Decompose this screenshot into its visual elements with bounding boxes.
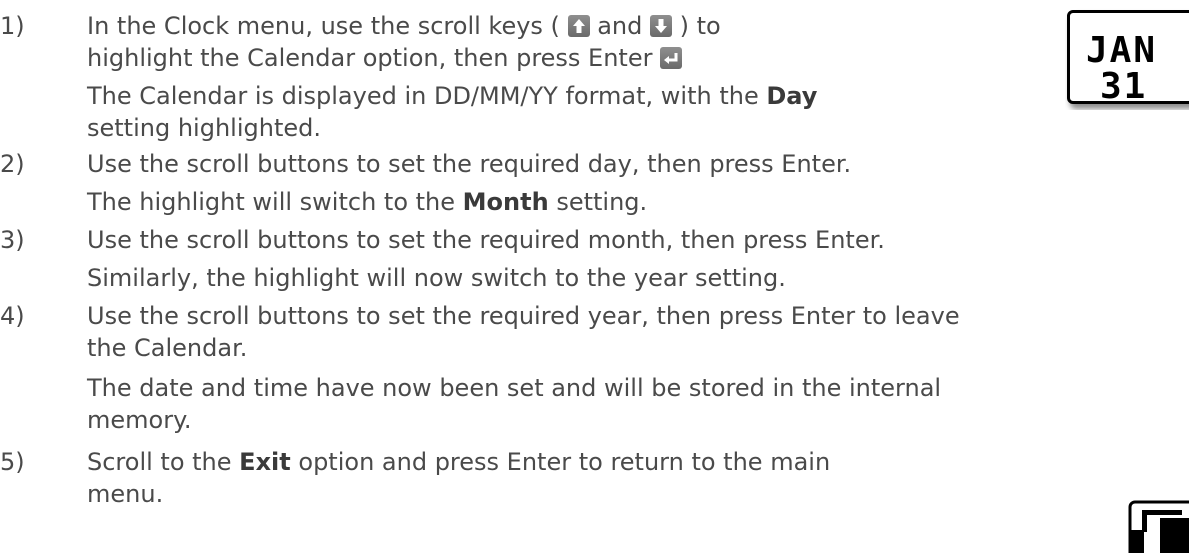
enter-key-icon	[660, 47, 683, 69]
step-text-line: Use the scroll buttons to set the requir…	[87, 300, 960, 332]
calendar-day: 31	[1100, 66, 1148, 107]
step-number: 4)	[0, 302, 25, 330]
step-text: Use the scroll buttons to set the requir…	[87, 150, 852, 178]
step-number: 2)	[0, 150, 25, 178]
step-text: menu.	[87, 480, 164, 508]
step-text-line: In the Clock menu, use the scroll keys (…	[87, 10, 721, 42]
step-text-line: memory.	[87, 404, 191, 436]
step-text-bold: Day	[766, 82, 818, 110]
scroll-down-key-icon	[650, 15, 672, 37]
step-text: The date and time have now been set and …	[87, 374, 942, 402]
step-text: Similarly, the highlight will now switch…	[87, 264, 786, 292]
step-text: and	[597, 12, 643, 40]
step-number: 1)	[0, 12, 25, 40]
step-text: The highlight will switch to the	[87, 188, 456, 216]
step-text: the Calendar.	[87, 334, 248, 362]
step-text-line: The Calendar is displayed in DD/MM/YY fo…	[87, 80, 817, 112]
step-text: In the Clock menu, use the scroll keys (	[87, 12, 560, 40]
step-text-line: The date and time have now been set and …	[87, 372, 941, 404]
step-text-line: The highlight will switch to the Month s…	[87, 186, 647, 218]
step-text-line: Scroll to the Exit option and press Ente…	[87, 446, 830, 478]
step-text-line: setting highlighted.	[87, 112, 321, 144]
step-text: setting.	[556, 188, 648, 216]
step-text-line: Use the scroll buttons to set the requir…	[87, 224, 885, 256]
step-text-bold: Exit	[239, 448, 291, 476]
exit-screen-graphic	[1128, 500, 1189, 553]
step-number: 3)	[0, 226, 25, 254]
step-text: The Calendar is displayed in DD/MM/YY fo…	[87, 82, 759, 110]
step-text: Use the scroll buttons to set the requir…	[87, 226, 885, 254]
step-text: ) to	[679, 12, 721, 40]
step-text: highlight the Calendar option, then pres…	[87, 44, 653, 72]
step-text: Use the scroll buttons to set the requir…	[87, 302, 960, 330]
step-text: memory.	[87, 406, 192, 434]
step-text: setting highlighted.	[87, 114, 321, 142]
exit-screen-image	[1128, 500, 1189, 553]
step-text-line: highlight the Calendar option, then pres…	[87, 42, 683, 74]
calendar-screen-image: JAN 31	[1065, 8, 1189, 110]
step-text-line: menu.	[87, 478, 163, 510]
calendar-month: JAN	[1086, 30, 1158, 71]
step-number: 5)	[0, 448, 25, 476]
step-text: option and press Enter to return to the …	[298, 448, 831, 476]
calendar-display-frame: JAN 31	[1067, 10, 1189, 107]
step-text-line: Use the scroll buttons to set the requir…	[87, 148, 851, 180]
scroll-up-key-icon	[567, 15, 590, 37]
step-text: Scroll to the	[87, 448, 232, 476]
step-text-line: Similarly, the highlight will now switch…	[87, 262, 786, 294]
step-text-line: the Calendar.	[87, 332, 247, 364]
step-text-bold: Month	[462, 188, 549, 216]
